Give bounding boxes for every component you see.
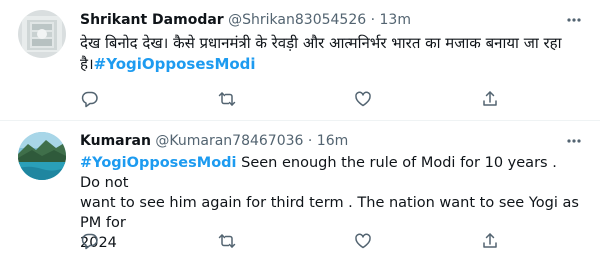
tweet-actions <box>80 231 520 251</box>
reply-icon[interactable] <box>80 89 100 109</box>
reply-icon[interactable] <box>80 231 100 251</box>
hashtag-link[interactable]: #YogiOpposesModi <box>94 55 256 73</box>
tweet[interactable]: Kumaran @Kumaran78467036 · 16m #YogiOppo… <box>0 121 600 264</box>
user-handle[interactable]: @Kumaran78467036 <box>155 133 303 149</box>
tweet-text: देख बिनोद देख। कैसे प्रधानमंत्री के रेवड… <box>80 33 580 75</box>
tweet-header: Shrikant Damodar @Shrikan83054526 · 13m <box>80 10 552 30</box>
timestamp[interactable]: 16m <box>317 133 348 149</box>
tweet-text-line: #YogiOpposesModi Seen enough the rule of… <box>80 153 580 193</box>
avatar[interactable] <box>18 10 66 58</box>
more-icon[interactable] <box>564 131 584 151</box>
tweet-feed: Shrikant Damodar @Shrikan83054526 · 13m … <box>0 0 600 264</box>
tweet[interactable]: Shrikant Damodar @Shrikan83054526 · 13m … <box>0 0 600 120</box>
avatar[interactable] <box>18 132 66 180</box>
separator: · <box>307 133 313 149</box>
share-icon[interactable] <box>480 89 500 109</box>
tweet-text-fragment: है। <box>80 55 94 73</box>
tweet-text-line: देख बिनोद देख। कैसे प्रधानमंत्री के रेवड… <box>80 34 562 52</box>
tweet-text-line: want to see him again for third term . T… <box>80 195 579 231</box>
share-icon[interactable] <box>480 231 500 251</box>
retweet-icon[interactable] <box>217 231 237 251</box>
tweet-actions <box>80 89 520 109</box>
user-handle[interactable]: @Shrikan83054526 <box>228 12 366 28</box>
tweet-text-line: है।#YogiOpposesModi <box>80 54 580 75</box>
timestamp[interactable]: 13m <box>380 12 411 28</box>
separator: · <box>370 12 376 28</box>
hashtag-link[interactable]: #YogiOpposesModi <box>80 155 237 171</box>
like-icon[interactable] <box>353 89 373 109</box>
like-icon[interactable] <box>353 231 373 251</box>
tweet-header: Kumaran @Kumaran78467036 · 16m <box>80 131 552 151</box>
display-name[interactable]: Kumaran <box>80 133 151 149</box>
more-icon[interactable] <box>564 10 584 30</box>
retweet-icon[interactable] <box>217 89 237 109</box>
display-name[interactable]: Shrikant Damodar <box>80 12 224 28</box>
